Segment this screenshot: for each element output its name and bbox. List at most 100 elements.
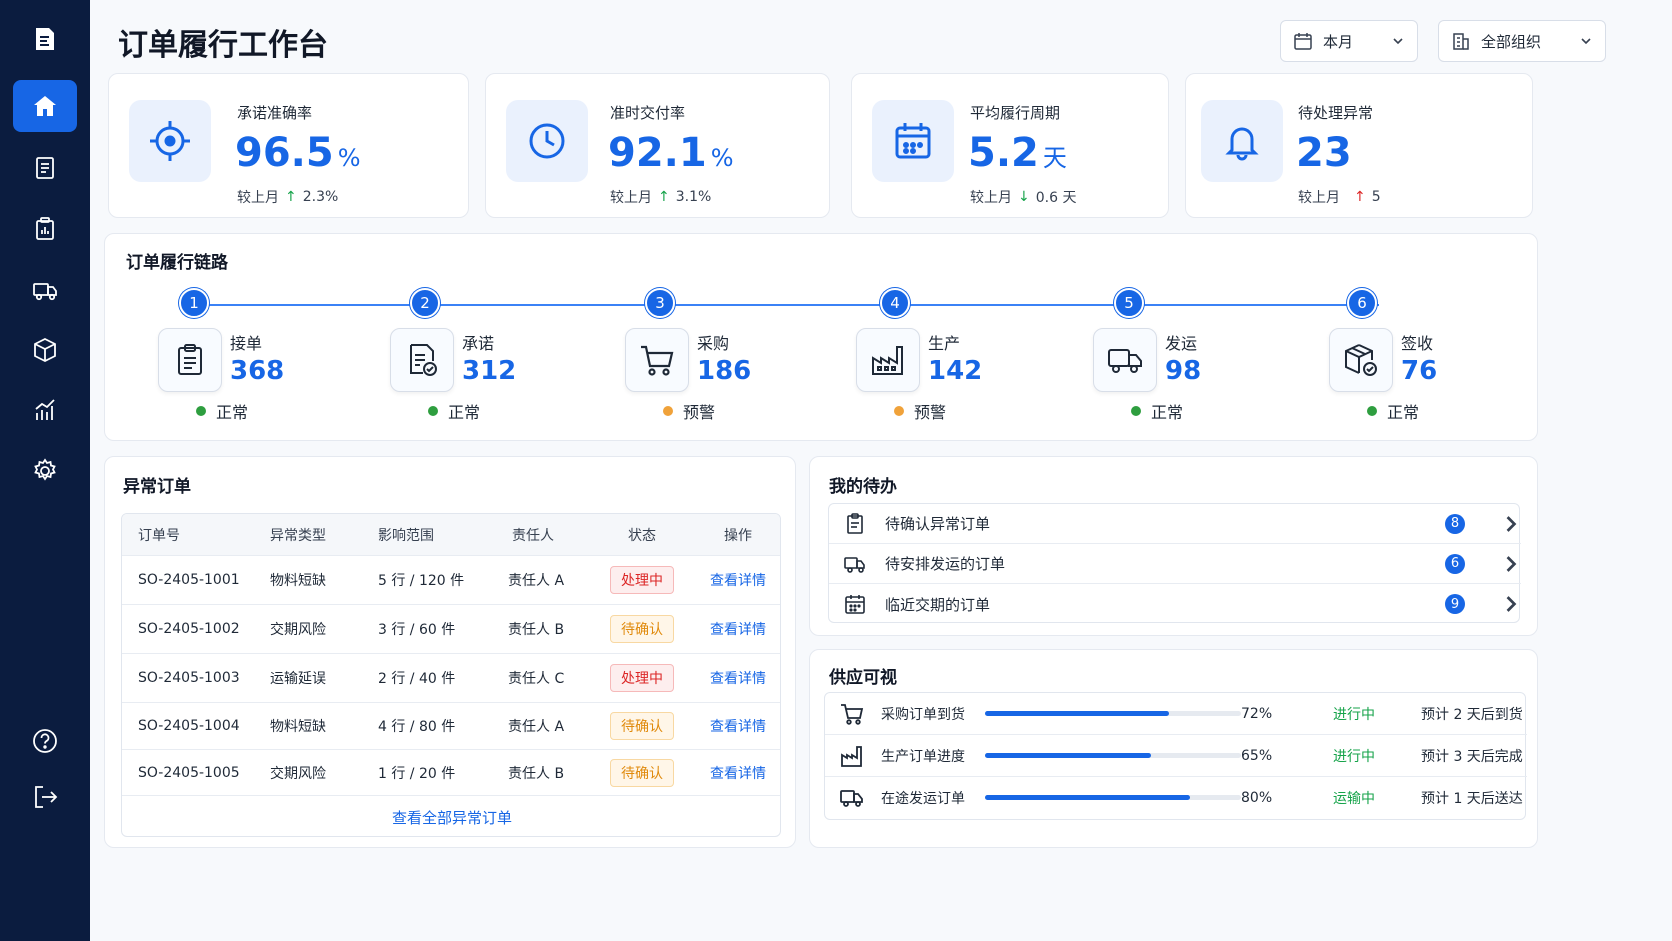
col-header: 状态 — [628, 527, 656, 544]
step-count: 142 — [928, 356, 983, 386]
view-detail-link[interactable]: 查看详情 — [710, 668, 766, 688]
arrow-up-icon: ↑ — [658, 189, 670, 205]
chevron-right-icon — [1506, 555, 1517, 572]
supply-list: 采购订单到货 72% 进行中 预计 2 天后到货 生产订单进度 65% 进行中 … — [824, 692, 1527, 820]
exception-type: 物料短缺 — [270, 573, 326, 589]
factory-icon — [839, 735, 865, 777]
status-badge: 待确认 — [610, 758, 674, 787]
status-cell: 待确认 — [610, 605, 674, 653]
impact-scope: 2 行 / 40 件 — [378, 671, 456, 687]
logo-doc-icon[interactable] — [22, 16, 68, 62]
analytics-icon[interactable] — [22, 387, 68, 433]
calendar-icon — [872, 100, 954, 182]
step-number-badge: 2 — [410, 288, 440, 318]
step-name: 接单 — [230, 334, 263, 353]
view-detail-link[interactable]: 查看详情 — [710, 570, 766, 590]
status-dot — [196, 406, 206, 416]
logout-icon[interactable] — [22, 774, 68, 820]
supply-row[interactable]: 采购订单到货 72% 进行中 预计 2 天后到货 — [825, 693, 1527, 735]
supply-row[interactable]: 生产订单进度 65% 进行中 预计 3 天后完成 — [825, 735, 1527, 777]
todo-list: 待确认异常订单 8 待安排发运的订单 6 临近交期的订单 9 — [828, 503, 1521, 624]
owner: 责任人 A — [508, 573, 565, 589]
kpi-value: 92.1% — [608, 130, 734, 176]
todo-item-near-due[interactable]: 临近交期的订单 9 — [829, 584, 1521, 624]
supply-row[interactable]: 在途发运订单 80% 运输中 预计 1 天后送达 — [825, 777, 1527, 819]
supply-status: 进行中 — [1333, 707, 1375, 723]
view-detail-link[interactable]: 查看详情 — [710, 763, 766, 783]
status-dot — [1131, 406, 1141, 416]
org-select[interactable]: 全部组织 — [1438, 20, 1606, 62]
step-status: 正常 — [1131, 399, 1183, 423]
todo-item-pending-shipment[interactable]: 待安排发运的订单 6 — [829, 544, 1521, 584]
kpi-label: 待处理异常 — [1298, 104, 1374, 122]
kpi-value: 23 — [1296, 130, 1352, 176]
table-row: SO-2405-1002 交期风险 3 行 / 60 件 责任人 B 待确认 查… — [122, 605, 780, 654]
kpi-value: 96.5% — [235, 130, 361, 176]
status-badge: 待确认 — [610, 615, 674, 643]
table-header: 订单号 异常类型 影响范围 责任人 状态 操作 — [122, 514, 780, 556]
progress-bar — [985, 795, 1241, 800]
progress-fill — [985, 753, 1152, 758]
step-number-badge: 6 — [1347, 288, 1377, 318]
kpi-label: 准时交付率 — [610, 104, 686, 122]
box-icon[interactable] — [22, 327, 68, 373]
section-title: 供应可视 — [829, 668, 897, 688]
view-detail-link[interactable]: 查看详情 — [710, 716, 766, 736]
kpi-compare: 较上月 ↑ 5 — [1298, 189, 1381, 206]
main-content: 订单履行工作台 本月 全部组织 承诺准确率 96.5% 较上月 ↑ 2.3% 准… — [90, 0, 1672, 941]
home-icon[interactable] — [13, 80, 77, 132]
step-number-badge: 4 — [880, 288, 910, 318]
action-cell: 查看详情 — [710, 750, 766, 795]
order-id: SO-2405-1002 — [138, 621, 240, 637]
todo-item-pending-confirm[interactable]: 待确认异常订单 8 — [829, 504, 1521, 544]
view-detail-link[interactable]: 查看详情 — [710, 619, 766, 639]
bell-icon — [1201, 100, 1283, 182]
order-id: SO-2405-1003 — [138, 670, 240, 686]
help-icon[interactable] — [22, 718, 68, 764]
progress-percent: 72% — [1241, 706, 1273, 722]
kpi-card-commit-accuracy: 承诺准确率 96.5% 较上月 ↑ 2.3% — [108, 73, 469, 218]
fulfillment-chain-card: 订单履行链路 1 接单 368 正常 2 承诺 312 正常 3 采购 186 — [104, 233, 1538, 441]
clipboard-chart-icon[interactable] — [22, 206, 68, 252]
step-name: 生产 — [928, 334, 961, 353]
progress-fill — [985, 795, 1190, 800]
calendar-icon — [845, 595, 865, 614]
order-id: SO-2405-1001 — [138, 572, 240, 588]
step-status: 正常 — [196, 399, 248, 423]
building-icon — [1453, 33, 1469, 50]
status-dot — [428, 406, 438, 416]
kpi-compare: 较上月 ↑ 3.1% — [610, 189, 712, 206]
step-count: 312 — [462, 356, 517, 386]
owner: 责任人 B — [508, 622, 565, 638]
settings-icon[interactable] — [22, 448, 68, 494]
status-dot — [663, 406, 673, 416]
period-select[interactable]: 本月 — [1280, 20, 1418, 62]
progress-percent: 80% — [1241, 790, 1273, 806]
status-cell: 待确认 — [610, 703, 674, 749]
action-cell: 查看详情 — [710, 605, 766, 653]
owner: 责任人 B — [508, 765, 565, 782]
status-cell: 处理中 — [610, 654, 674, 702]
order-id: SO-2405-1005 — [138, 764, 240, 781]
impact-scope: 3 行 / 60 件 — [378, 622, 456, 638]
section-title: 订单履行链路 — [126, 253, 228, 273]
status-dot — [894, 406, 904, 416]
my-todos-card: 我的待办 待确认异常订单 8 待安排发运的订单 6 临近交期的订单 9 — [809, 456, 1538, 636]
document-icon[interactable] — [22, 145, 68, 191]
sidebar — [0, 0, 90, 941]
clipboard-icon — [847, 512, 863, 534]
impact-scope: 5 行 / 120 件 — [378, 573, 465, 589]
col-header: 操作 — [724, 527, 752, 544]
step-status: 预警 — [663, 399, 715, 423]
status-badge: 处理中 — [610, 664, 674, 692]
truck-icon[interactable] — [22, 267, 68, 313]
chevron-right-icon — [1506, 515, 1517, 532]
view-all-exceptions-link[interactable]: 查看全部异常订单 — [122, 796, 780, 836]
exception-orders-card: 异常订单 订单号 异常类型 影响范围 责任人 状态 操作 SO-2405-100… — [104, 456, 796, 848]
exception-type: 运输延误 — [270, 671, 326, 687]
count-badge: 6 — [1445, 553, 1465, 574]
col-header: 责任人 — [512, 527, 554, 544]
kpi-label: 承诺准确率 — [237, 104, 313, 122]
arrow-up-icon: ↑ — [1354, 189, 1366, 205]
status-badge: 待确认 — [610, 712, 674, 740]
